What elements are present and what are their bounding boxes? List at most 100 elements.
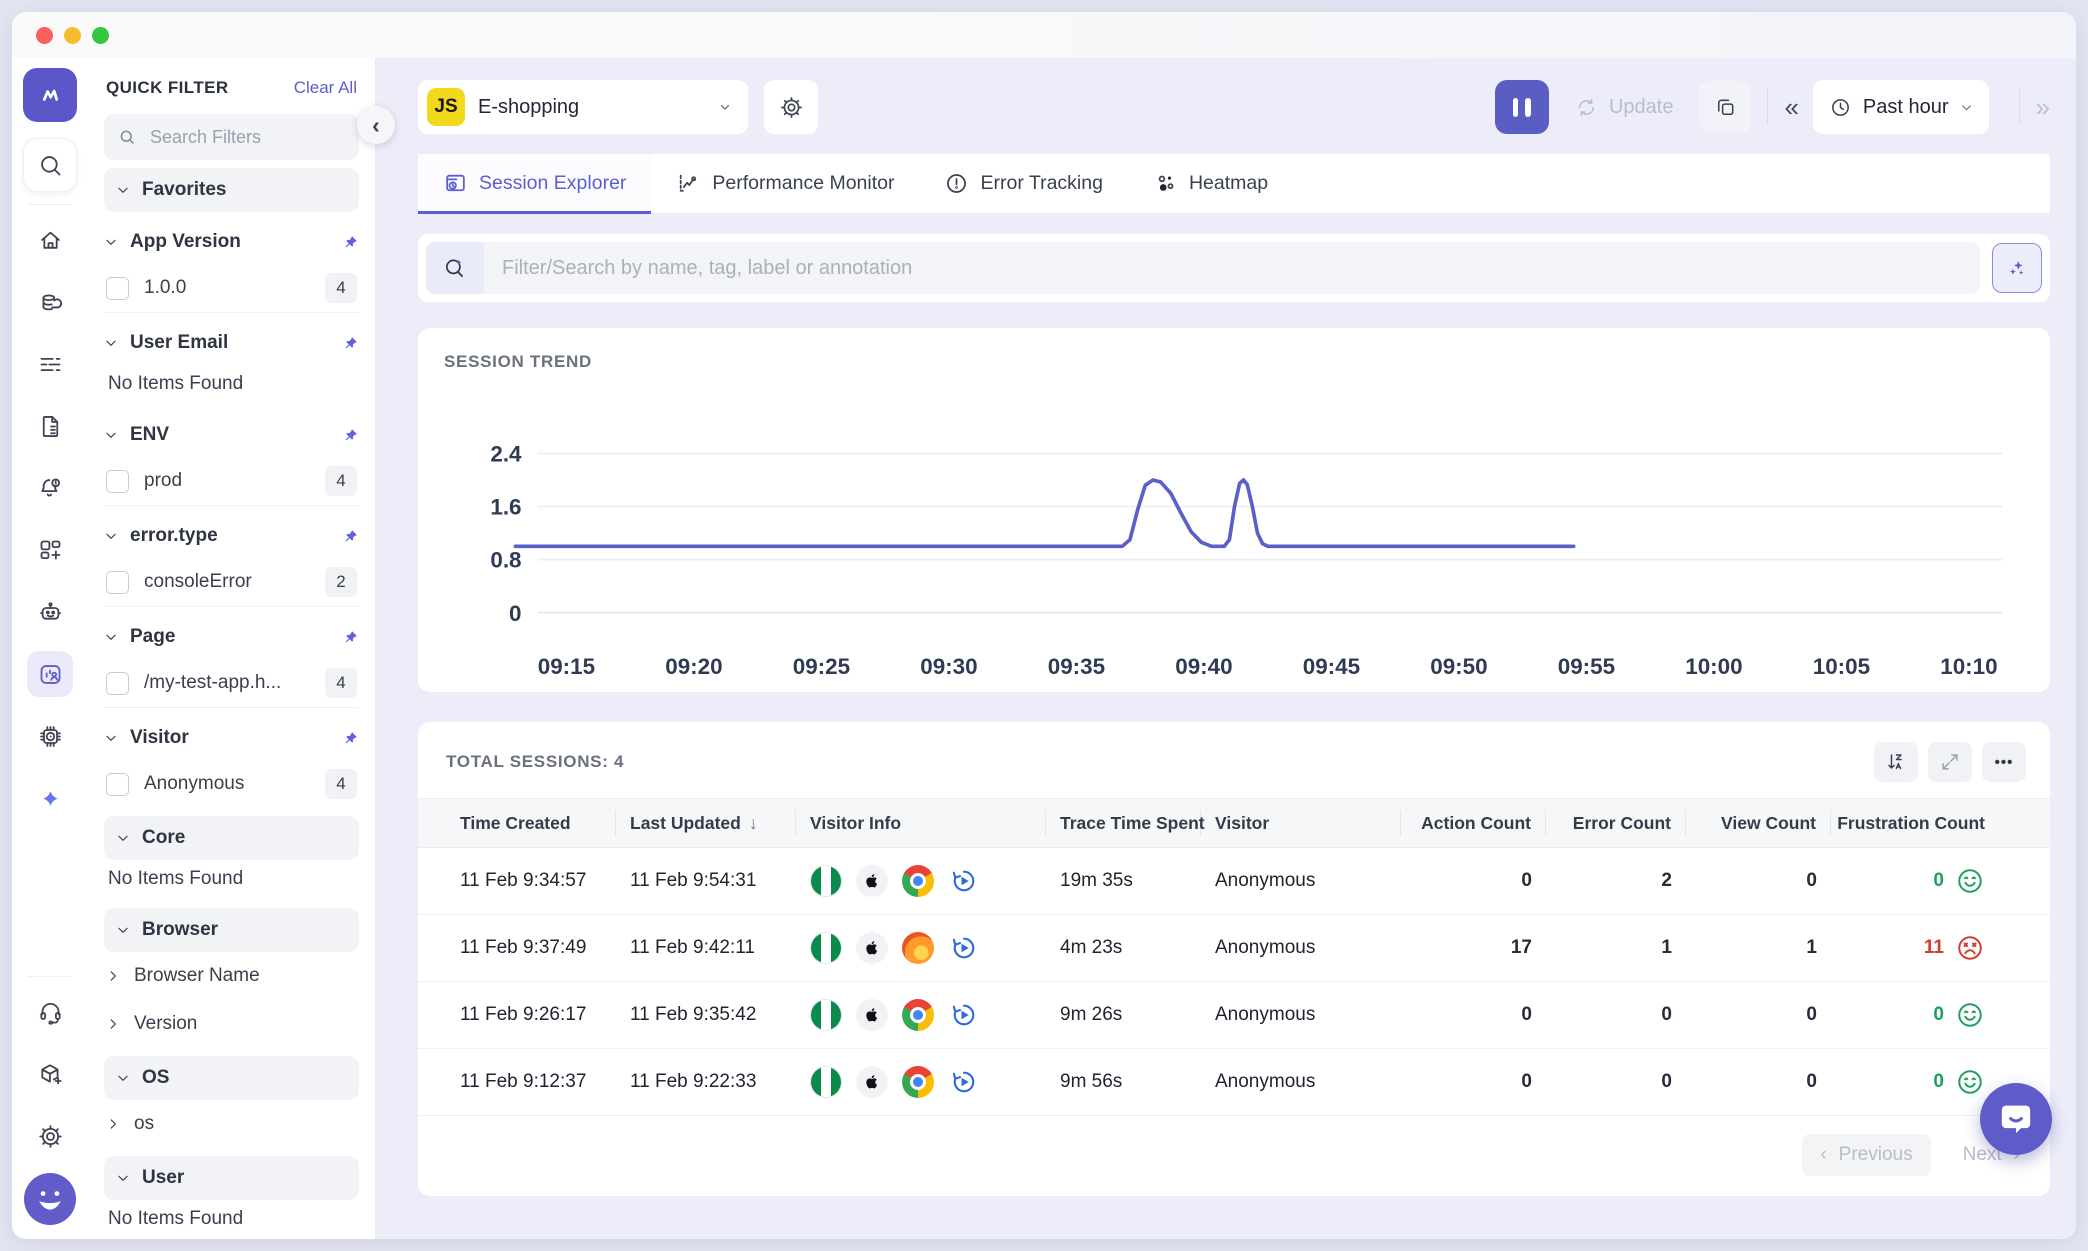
session-row-4[interactable]: 11 Feb 9:12:37 11 Feb 9:22:33 9m 56s Ano…	[418, 1049, 2050, 1116]
minimize-window-button[interactable]	[64, 27, 81, 44]
chevron-down-icon	[104, 235, 118, 249]
filter-section-core-header[interactable]: Core	[104, 816, 359, 860]
filter-section-user-email-header[interactable]: User Email	[104, 321, 359, 365]
sort-button[interactable]	[1874, 742, 1918, 782]
session-row-1[interactable]: 11 Feb 9:34:57 11 Feb 9:54:31 19m 35s An…	[418, 848, 2050, 915]
filter-search-input[interactable]	[148, 126, 345, 149]
filter-section-favorites-header[interactable]: Favorites	[104, 168, 359, 212]
sort-arrow-icon: ↓	[749, 813, 758, 834]
filter-section-env-header[interactable]: ENV	[104, 413, 359, 457]
column-trace-time-spent[interactable]: Trace Time Spent	[1046, 810, 1201, 836]
session-row-2[interactable]: 11 Feb 9:37:49 11 Feb 9:42:11 4m 23s Ano…	[418, 915, 2050, 982]
clear-all-button[interactable]: Clear All	[294, 78, 357, 98]
filter-option-app-version[interactable]: 1.0.0 4	[104, 264, 359, 313]
rail-item-processor[interactable]	[27, 713, 73, 759]
chevron-down-icon	[104, 731, 118, 745]
filter-subsection-os[interactable]: os	[104, 1100, 359, 1148]
filter-option-prod[interactable]: prod 4	[104, 457, 359, 506]
rail-item-assistant-bot[interactable]	[27, 589, 73, 635]
search-icon	[118, 128, 136, 146]
close-window-button[interactable]	[36, 27, 53, 44]
rail-item-rum-session[interactable]	[27, 651, 73, 697]
column-error-count[interactable]: Error Count	[1546, 810, 1686, 836]
column-action-count[interactable]: Action Count	[1401, 810, 1546, 836]
rail-item-settings[interactable]	[27, 1113, 73, 1159]
column-view-count[interactable]: View Count	[1686, 810, 1831, 836]
ai-assist-button[interactable]	[1992, 243, 2042, 293]
tab-session-explorer[interactable]: Session Explorer	[418, 154, 651, 213]
checkbox[interactable]	[106, 277, 129, 300]
filter-option-anonymous[interactable]: Anonymous 4	[104, 760, 359, 808]
nigeria-flag-icon	[810, 999, 842, 1031]
session-search-input[interactable]	[484, 257, 1980, 280]
time-forward-button[interactable]: »	[2036, 94, 2050, 120]
filter-section-visitor-header[interactable]: Visitor	[104, 716, 359, 760]
session-replay-icon[interactable]	[948, 1066, 980, 1098]
checkbox[interactable]	[106, 571, 129, 594]
tab-error-tracking[interactable]: Error Tracking	[919, 154, 1127, 213]
project-selector[interactable]: JS E-shopping	[418, 80, 748, 134]
middleware-logo[interactable]	[23, 68, 77, 122]
svg-text:09:35: 09:35	[1048, 654, 1105, 679]
table-more-button[interactable]: •••	[1982, 742, 2026, 782]
collapse-panel-button[interactable]: ‹	[357, 106, 395, 144]
count-badge: 4	[325, 668, 357, 698]
checkbox[interactable]	[106, 470, 129, 493]
rail-item-integrations[interactable]	[27, 1051, 73, 1097]
rail-item-ai[interactable]	[27, 775, 73, 821]
time-range-selector[interactable]: Past hour	[1813, 80, 1989, 134]
filter-section-error-type-header[interactable]: error.type	[104, 514, 359, 558]
filter-section-page-header[interactable]: Page	[104, 615, 359, 659]
column-frustration-count[interactable]: Frustration Count	[1831, 810, 1999, 836]
infrastructure-icon	[37, 289, 64, 316]
session-replay-icon[interactable]	[948, 865, 980, 897]
happy-face-icon	[1955, 1000, 1985, 1030]
last-updated-cell: 11 Feb 9:22:33	[616, 1071, 796, 1093]
filter-section-error-type: error.type consoleError 2	[104, 514, 359, 607]
rail-item-alerts[interactable]	[27, 465, 73, 511]
project-settings-button[interactable]	[764, 80, 818, 134]
previous-page-button[interactable]: ‹ Previous	[1802, 1134, 1930, 1176]
chat-support-button[interactable]	[1980, 1083, 2052, 1155]
copy-link-button[interactable]	[1699, 81, 1751, 133]
rail-item-dashboard-builder[interactable]	[27, 527, 73, 573]
filter-section-user-header[interactable]: User	[104, 1156, 359, 1200]
filter-subsection-browser-name[interactable]: Browser Name	[104, 952, 359, 1000]
filter-section-os-header[interactable]: OS	[104, 1056, 359, 1100]
filter-section-env: ENV prod 4	[104, 413, 359, 506]
session-replay-icon[interactable]	[948, 999, 980, 1031]
rail-search-button[interactable]	[23, 138, 77, 192]
rail-item-support[interactable]	[27, 989, 73, 1035]
rail-item-logs[interactable]	[27, 341, 73, 387]
filter-option-page-url[interactable]: /my-test-app.h... 4	[104, 659, 359, 708]
tab-heatmap[interactable]: Heatmap	[1128, 154, 1293, 213]
filter-section-browser-header[interactable]: Browser	[104, 908, 359, 952]
column-time-created[interactable]: Time Created	[446, 810, 616, 836]
expand-table-button[interactable]	[1928, 742, 1972, 782]
rail-item-home[interactable]	[27, 217, 73, 263]
checkbox[interactable]	[106, 773, 129, 796]
column-last-updated[interactable]: Last Updated ↓	[616, 810, 796, 836]
svg-text:09:30: 09:30	[920, 654, 977, 679]
svg-text:09:45: 09:45	[1303, 654, 1360, 679]
pause-live-button[interactable]	[1495, 80, 1549, 134]
checkbox[interactable]	[106, 672, 129, 695]
time-back-button[interactable]: «	[1784, 94, 1798, 120]
column-visitor[interactable]: Visitor	[1201, 810, 1401, 836]
js-project-badge: JS	[427, 88, 465, 126]
session-row-3[interactable]: 11 Feb 9:26:17 11 Feb 9:35:42 9m 26s Ano…	[418, 982, 2050, 1049]
zoom-window-button[interactable]	[92, 27, 109, 44]
filter-subsection-version[interactable]: Version	[104, 1000, 359, 1048]
tab-performance-monitor[interactable]: Performance Monitor	[651, 154, 919, 213]
rail-item-infrastructure[interactable]	[27, 279, 73, 325]
session-replay-icon[interactable]	[948, 932, 980, 964]
filter-section-app-version-header[interactable]: App Version	[104, 220, 359, 264]
update-button[interactable]: Update	[1575, 96, 1674, 119]
refresh-icon	[1575, 96, 1598, 119]
view-tabs: Session Explorer Performance Monitor Err…	[418, 154, 2050, 214]
user-avatar[interactable]	[24, 1173, 76, 1225]
filter-option-console-error[interactable]: consoleError 2	[104, 558, 359, 607]
copy-icon	[1714, 96, 1737, 119]
rail-item-reports[interactable]	[27, 403, 73, 449]
column-visitor-info[interactable]: Visitor Info	[796, 810, 1046, 836]
